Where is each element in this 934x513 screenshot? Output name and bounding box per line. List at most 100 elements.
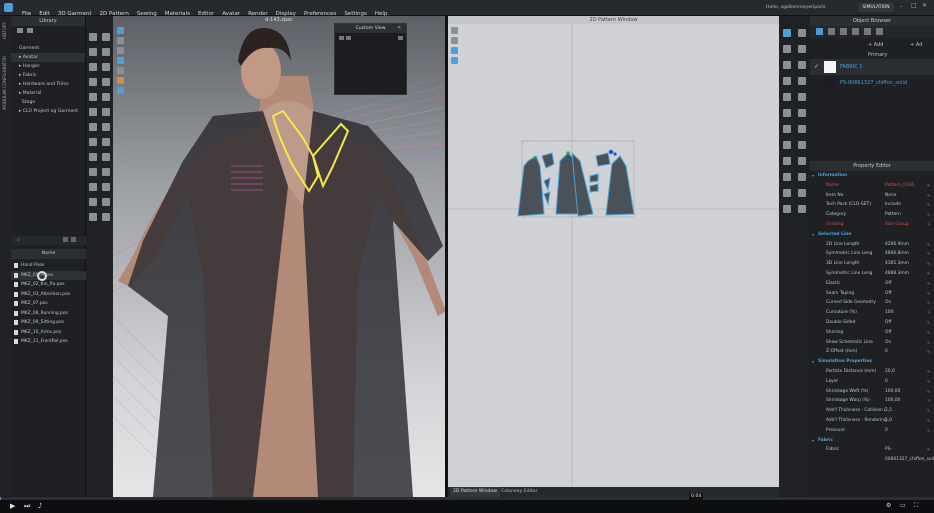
property-row[interactable]: Add'l Thickness - Collision (2,5 ✎ [810,406,934,416]
files-column-header[interactable]: Name [11,249,86,259]
history-tab[interactable]: HISTORY [2,22,7,39]
circle-icon[interactable] [782,77,791,85]
property-value[interactable]: Off [885,318,891,328]
edit-property-icon[interactable]: ✎ [927,191,930,201]
property-row[interactable]: Curved Side Geometry On ✎ [810,298,934,308]
select-mesh-icon[interactable] [88,33,97,41]
internal-line-icon[interactable] [798,77,807,85]
property-row[interactable]: Elastic Off ✎ [810,279,934,289]
file-item[interactable]: MKZ_02_Kin_Ra.pos [11,280,86,290]
edit-pattern-icon[interactable] [782,29,791,37]
property-value[interactable]: Off [885,279,891,289]
edit-property-icon[interactable]: ✎ [927,200,930,210]
close-icon[interactable]: ✕ [922,2,927,9]
texture-2d-icon[interactable] [782,157,791,165]
edit-property-icon[interactable]: ✎ [927,249,930,259]
show-pins-icon[interactable] [117,47,124,54]
fit-icon[interactable] [102,168,111,176]
custom-view-close-icon[interactable]: ✕ [397,25,401,31]
property-row[interactable]: Double Sided Off ✎ [810,318,934,328]
arrange-icon[interactable] [102,183,111,191]
fullscreen-icon[interactable]: ⛶ [914,502,918,510]
property-row[interactable]: Name Pattern_0106 ✎ [810,181,934,191]
hanger-icon[interactable] [102,198,111,206]
property-value[interactable]: On [885,298,891,308]
mode-simulation-button[interactable]: SIMULATION [858,3,894,12]
move-icon[interactable] [102,33,111,41]
theater-icon[interactable]: ▭ [900,502,906,509]
volume-icon[interactable]: ♪ [38,502,42,510]
property-row[interactable]: Shirring Off ✎ [810,328,934,338]
property-row[interactable]: Shrinkage Warp (%) 100,00 ✎ [810,396,934,406]
property-value[interactable]: 5,0 [885,416,892,426]
annotation-icon[interactable] [798,173,807,181]
edit-property-icon[interactable]: ✎ [927,318,930,328]
property-section-header[interactable]: Fabric ▾ [810,436,934,446]
edit-point-icon[interactable] [798,29,807,37]
tuck-icon[interactable] [782,141,791,149]
edit-property-icon[interactable]: ✎ [927,269,930,279]
property-row[interactable]: Tech Pack (CLO-SET) Include ✎ [810,200,934,210]
settings-icon[interactable]: ⚙ [886,502,891,509]
file-item[interactable]: MKZ_11_FrontRel.pos [11,337,86,347]
measure-icon[interactable] [102,78,111,86]
xray-icon[interactable] [117,67,124,74]
show-avatar-icon[interactable] [117,57,124,64]
edit-property-icon[interactable]: ✎ [927,259,930,269]
add-button[interactable]: + Add [868,42,883,48]
property-row[interactable]: Shrinkage Weft (%) 100,00 ✎ [810,387,934,397]
play-icon[interactable]: ▶ [10,502,15,510]
property-row[interactable]: Symmetric Line Leng 4866.8mm ✎ [810,249,934,259]
edit-property-icon[interactable]: ✎ [927,289,930,299]
collapse-chevron-icon[interactable]: ▾ [812,357,814,367]
fold-arrange-icon[interactable] [798,109,807,117]
grid-view-icon[interactable] [71,237,76,242]
edit-property-icon[interactable]: ✎ [927,416,930,426]
pattern-piece[interactable] [605,155,635,216]
property-section-header[interactable]: Information ▾ [810,171,934,181]
fabric-list-item[interactable]: ✓ FABRIC 1 [810,59,934,75]
property-value[interactable]: Off [885,328,891,338]
folder-icon[interactable] [17,28,23,33]
collapse-chevron-icon[interactable]: ▾ [812,436,814,446]
size-icon[interactable] [798,189,807,197]
elastic-icon[interactable] [798,141,807,149]
brush-icon[interactable] [88,78,97,86]
property-value[interactable]: 100 [885,308,893,318]
property-row[interactable]: Show Schematic Line On ✎ [810,338,934,348]
property-row[interactable]: Layer 0 ✎ [810,377,934,387]
tack-icon[interactable] [102,48,111,56]
edit-property-icon[interactable]: ✎ [927,387,930,397]
edit-property-icon[interactable]: ✎ [927,445,930,455]
file-item[interactable]: MKZ_10_Arms.pos [11,328,86,338]
property-row[interactable]: 2D Line Length 4266.9mm ✎ [810,240,934,250]
property-row[interactable]: Seam Taping Off ✎ [810,289,934,299]
graphic-icon[interactable] [102,93,111,101]
edit-property-icon[interactable]: ✎ [927,347,930,357]
pin-marker[interactable] [566,151,570,155]
file-item[interactable]: MKZ_07.pos [11,299,86,309]
file-item[interactable]: Hand Pose [11,261,86,271]
edit-property-icon[interactable]: ✎ [927,406,930,416]
texture-display-icon[interactable] [117,77,124,84]
tab-graphic-icon[interactable] [876,28,883,35]
add-folder-icon[interactable] [27,28,33,33]
file-item[interactable]: MKZ_09_Sitting.pos [11,318,86,328]
pin-marker[interactable] [613,152,617,156]
property-row[interactable]: Curvature (%) 100 ✎ [810,308,934,318]
library-tree-header[interactable]: Garment [11,44,85,53]
library-item-fabric[interactable]: ▸ Fabric [11,71,85,80]
file-item[interactable]: MKZ_08_Running.pos [11,309,86,319]
piping-icon[interactable] [102,123,111,131]
minimize-icon[interactable]: – [900,3,903,10]
edit-property-icon[interactable]: ✎ [927,298,930,308]
file-item[interactable]: MKZ_03_Attention.pos [11,290,86,300]
pin-icon[interactable] [88,63,97,71]
edit-property-icon[interactable]: ✎ [927,181,930,191]
property-value[interactable]: 0 [885,377,888,387]
property-row[interactable]: Symmetric Line Leng 4888.3mm ✎ [810,269,934,279]
library-item-avatar[interactable]: ▸ Avatar [11,53,85,62]
rectangle-icon[interactable] [798,61,807,69]
tab-button-icon[interactable] [828,28,835,35]
property-value[interactable]: Include [885,200,901,210]
